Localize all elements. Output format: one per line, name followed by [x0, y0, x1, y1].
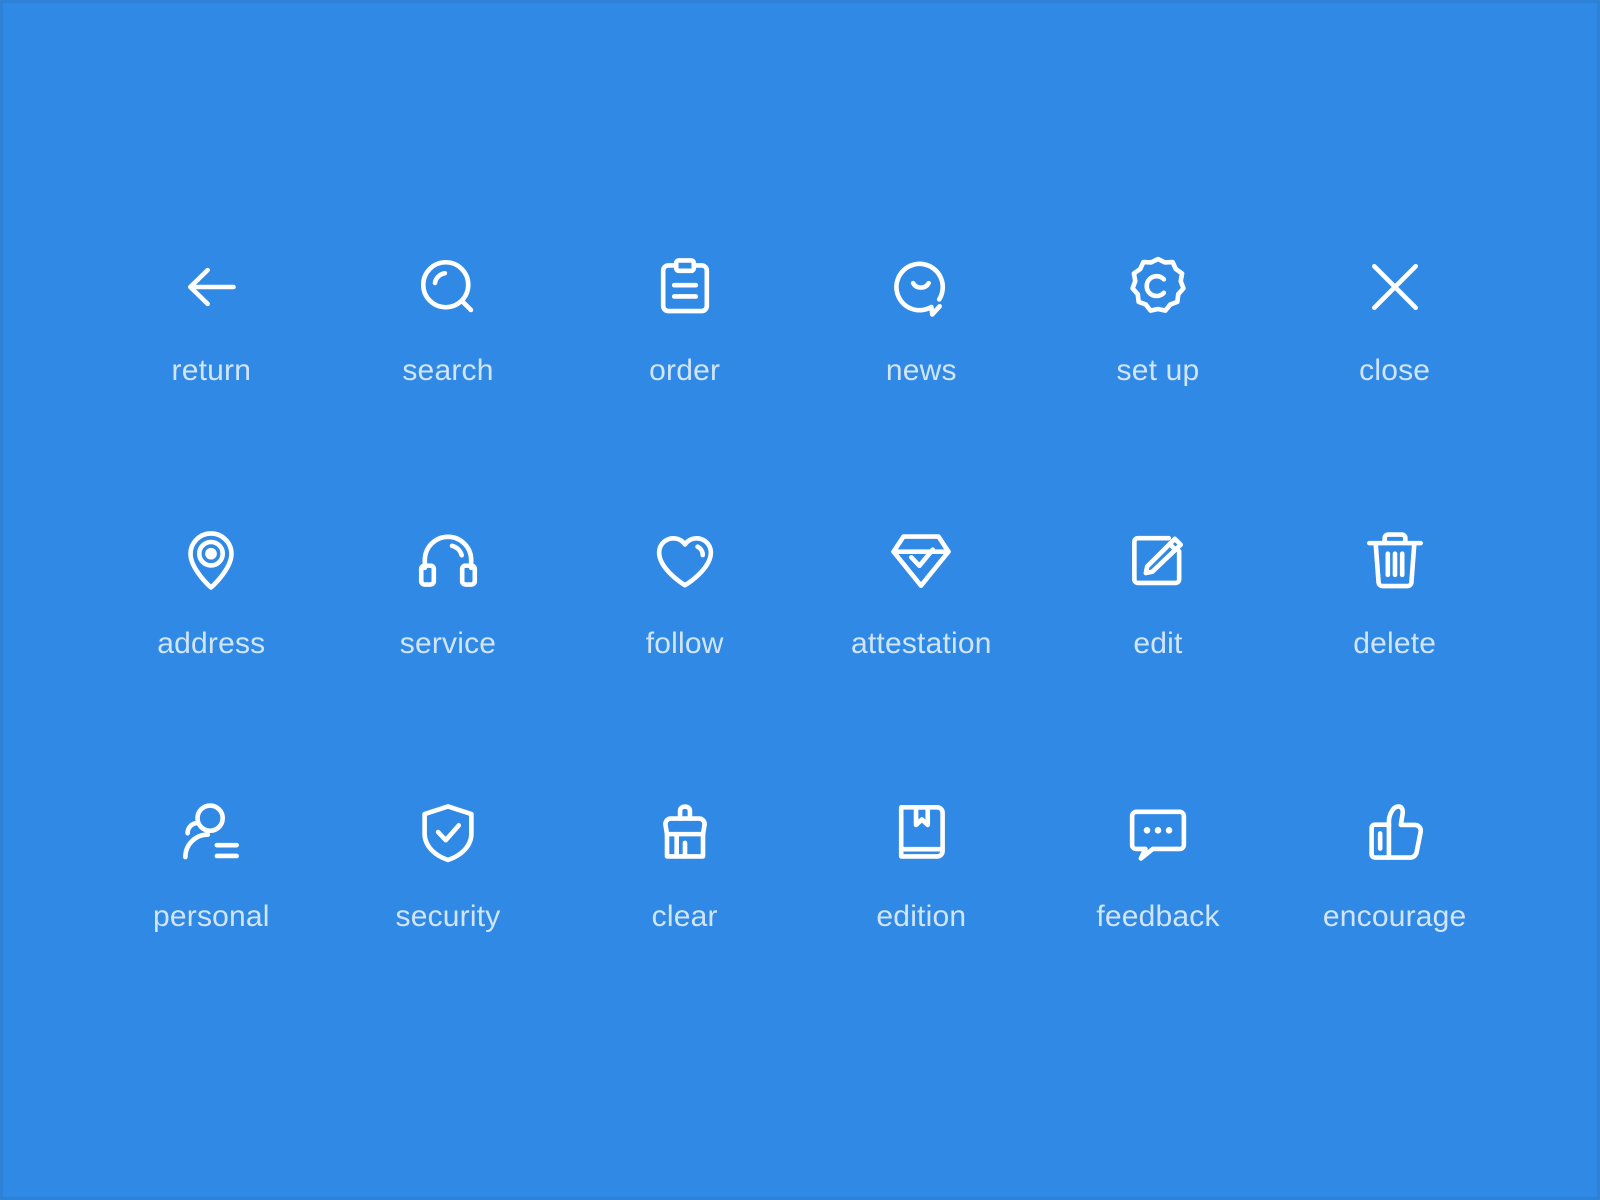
magnifier-icon[interactable]: [402, 241, 494, 333]
icon-label: return: [171, 354, 252, 387]
icon-label: address: [157, 627, 266, 660]
badge-gear-c-icon[interactable]: [1112, 241, 1204, 333]
headphones-icon[interactable]: [402, 514, 494, 606]
icon-label: security: [395, 900, 501, 933]
icon-cell-close[interactable]: close: [1276, 233, 1513, 506]
icon-label: follow: [645, 627, 724, 660]
icon-cell-service[interactable]: service: [330, 506, 567, 779]
icon-label: attestation: [851, 627, 992, 660]
icon-cell-edition[interactable]: edition: [803, 779, 1040, 1052]
icon-label: news: [885, 354, 957, 387]
pencil-square-icon[interactable]: [1112, 514, 1204, 606]
icon-label: order: [649, 354, 721, 387]
close-x-icon[interactable]: [1349, 241, 1441, 333]
icon-cell-attestation[interactable]: attestation: [803, 506, 1040, 779]
icon-label: search: [402, 354, 494, 387]
icon-label: set up: [1116, 354, 1200, 387]
book-bookmark-icon[interactable]: [875, 787, 967, 879]
trash-icon[interactable]: [1349, 514, 1441, 606]
shield-check-icon[interactable]: [402, 787, 494, 879]
icon-cell-security[interactable]: security: [330, 779, 567, 1052]
icon-label: feedback: [1096, 900, 1220, 933]
icon-cell-order[interactable]: order: [566, 233, 803, 506]
icon-label: service: [399, 627, 497, 660]
icon-board: return search order news set up close ad…: [0, 0, 1600, 1200]
icon-cell-return[interactable]: return: [93, 233, 330, 506]
icon-cell-personal[interactable]: personal: [93, 779, 330, 1052]
icon-cell-clear[interactable]: clear: [566, 779, 803, 1052]
icon-label: delete: [1353, 627, 1437, 660]
icon-label: edit: [1133, 627, 1183, 660]
icon-cell-address[interactable]: address: [93, 506, 330, 779]
icon-cell-edit[interactable]: edit: [1040, 506, 1277, 779]
icon-cell-feedback[interactable]: feedback: [1040, 779, 1277, 1052]
thumbs-up-icon[interactable]: [1349, 787, 1441, 879]
arrow-left-icon[interactable]: [165, 241, 257, 333]
icon-cell-follow[interactable]: follow: [566, 506, 803, 779]
icon-cell-delete[interactable]: delete: [1276, 506, 1513, 779]
speech-bubble-smile-icon[interactable]: [875, 241, 967, 333]
icon-label: personal: [152, 900, 270, 933]
heart-icon[interactable]: [639, 514, 731, 606]
clipboard-icon[interactable]: [639, 241, 731, 333]
icon-cell-set-up[interactable]: set up: [1040, 233, 1277, 506]
broom-icon[interactable]: [639, 787, 731, 879]
diamond-check-icon[interactable]: [875, 514, 967, 606]
icon-grid: return search order news set up close ad…: [93, 233, 1513, 1052]
icon-cell-news[interactable]: news: [803, 233, 1040, 506]
speech-bubble-dots-icon[interactable]: [1112, 787, 1204, 879]
icon-cell-encourage[interactable]: encourage: [1276, 779, 1513, 1052]
map-pin-icon[interactable]: [165, 514, 257, 606]
icon-cell-search[interactable]: search: [330, 233, 567, 506]
icon-label: encourage: [1322, 900, 1467, 933]
icon-label: edition: [876, 900, 967, 933]
person-lines-icon[interactable]: [165, 787, 257, 879]
icon-label: clear: [651, 900, 718, 933]
icon-label: close: [1359, 354, 1431, 387]
